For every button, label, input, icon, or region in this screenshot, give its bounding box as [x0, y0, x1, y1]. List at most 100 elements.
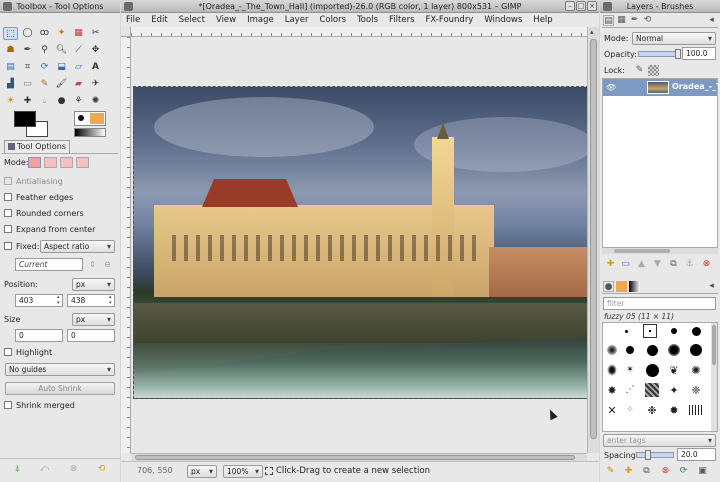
menu-edit[interactable]: Edit [146, 13, 173, 27]
menu-colors[interactable]: Colors [314, 13, 352, 27]
lock-pixels-icon[interactable]: ✎ [634, 65, 645, 76]
fixed-checkbox[interactable] [4, 242, 12, 250]
scale-tool[interactable]: ⬓ [54, 61, 69, 74]
paths-tool[interactable]: ✒ [20, 44, 35, 57]
antialiasing-checkbox[interactable] [4, 177, 12, 185]
guides-select[interactable]: No guides [5, 363, 115, 376]
shrink-merged-checkbox[interactable] [4, 401, 12, 409]
delete-brush-icon[interactable]: ⊗ [660, 466, 671, 477]
brush-item[interactable]: ⋰ [623, 383, 637, 397]
brush-item[interactable]: ✶ [623, 363, 637, 377]
zoom-tool[interactable]: 🔍︎ [54, 44, 69, 57]
brush-item[interactable]: ✹ [667, 403, 681, 417]
brush-item[interactable] [645, 343, 659, 357]
ruler-corner[interactable] [121, 27, 131, 37]
paintbrush-tool[interactable]: 🖌︎ [54, 78, 69, 91]
layer-row[interactable]: 👁︎ Oradea_-_T [603, 79, 720, 96]
position-y-field[interactable]: 438 [67, 294, 115, 307]
layer-mode-select[interactable]: Normal [632, 32, 716, 45]
brush-item[interactable]: ❦ [667, 363, 681, 377]
move-tool[interactable]: ✥ [88, 44, 103, 57]
opacity-slider[interactable] [638, 49, 681, 59]
current-field[interactable]: Current [15, 258, 83, 271]
open-brush-image-icon[interactable]: ▣ [697, 466, 708, 477]
unit-select[interactable]: px [187, 465, 217, 478]
size-unit-select[interactable]: px [72, 313, 115, 326]
layers-titlebar[interactable]: Layers - Brushes [600, 0, 720, 13]
window-menu-icon[interactable] [3, 2, 12, 11]
mode-add-button[interactable] [44, 157, 57, 168]
layer-name[interactable]: Oradea_-_T [672, 82, 720, 91]
rounded-corners-row[interactable]: Rounded corners [4, 207, 116, 220]
brush-item[interactable] [605, 363, 619, 377]
position-y-stepper[interactable]: ▴ ▾ [109, 294, 115, 307]
duplicate-brush-icon[interactable]: ⧉ [641, 466, 652, 477]
raise-layer-icon[interactable]: ▲ [636, 259, 647, 270]
minimize-icon[interactable]: – [565, 1, 575, 11]
ink-tool[interactable]: ☀ [3, 95, 18, 108]
brush-item[interactable]: ✺ [689, 363, 703, 377]
tab-menu-icon[interactable]: ◂ [706, 15, 717, 26]
channels-tab-icon[interactable]: ▦ [616, 15, 627, 26]
scroll-thumb[interactable] [712, 325, 716, 365]
window-menu-icon[interactable] [603, 2, 612, 11]
feather-edges-checkbox[interactable] [4, 193, 12, 201]
antialiasing-row[interactable]: Antialiasing [4, 175, 116, 188]
visibility-eye-icon[interactable]: 👁︎ [606, 83, 616, 92]
layers-tab-icon[interactable]: ▤ [603, 15, 614, 26]
position-unit-select[interactable]: px [72, 278, 115, 291]
current-reset-icon[interactable]: ⊖ [102, 259, 113, 270]
layers-hscroll[interactable] [602, 248, 718, 254]
mode-intersect-button[interactable] [76, 157, 89, 168]
foreground-color-swatch[interactable] [14, 111, 36, 127]
align-tool[interactable]: ▤ [3, 61, 18, 74]
shear-tool[interactable]: ▱ [71, 61, 86, 74]
rotate-tool[interactable]: ⟳ [37, 61, 52, 74]
menu-help[interactable]: Help [528, 13, 558, 27]
delete-layer-icon[interactable]: ⊗ [701, 259, 712, 270]
color-picker-tool[interactable]: ⚲ [37, 44, 52, 57]
text-tool[interactable]: A [88, 61, 103, 74]
restore-options-icon[interactable]: ⤺ [39, 464, 50, 475]
lower-layer-icon[interactable]: ▼ [652, 259, 663, 270]
opacity-slider-handle[interactable] [675, 49, 681, 59]
brush-item[interactable] [689, 324, 703, 338]
gradient-preview[interactable] [74, 128, 106, 137]
brush-item[interactable] [619, 324, 633, 338]
brush-item[interactable]: ❈ [689, 383, 703, 397]
brush-item[interactable]: ✧ [623, 403, 637, 417]
scroll-thumb[interactable] [590, 39, 597, 439]
position-x-stepper[interactable]: ▴ ▾ [57, 294, 63, 307]
brush-item[interactable] [689, 403, 703, 417]
new-layer-group-icon[interactable]: ▭ [620, 259, 631, 270]
dodge-burn-tool[interactable]: ⚘ [71, 95, 86, 108]
brush-pattern-preview[interactable] [74, 111, 106, 126]
edit-brush-icon[interactable]: ✎ [605, 466, 616, 477]
canvas-image[interactable] [133, 86, 587, 399]
expand-from-center-checkbox[interactable] [4, 225, 12, 233]
crop-tool[interactable]: ⌗ [20, 61, 35, 74]
feather-edges-row[interactable]: Feather edges [4, 191, 116, 204]
ellipse-select-tool[interactable]: ◯ [20, 27, 35, 40]
brush-tags-input[interactable]: enter tags [603, 434, 716, 447]
brush-item[interactable]: ❉ [645, 403, 659, 417]
fg-bg-colors[interactable] [14, 111, 50, 139]
auto-shrink-button[interactable]: Auto Shrink [5, 382, 115, 395]
blend-tool[interactable]: ▭ [20, 78, 35, 91]
paths-tab-icon[interactable]: ✒ [629, 15, 640, 26]
bucket-fill-tool[interactable]: ▟ [3, 78, 18, 91]
mode-subtract-button[interactable] [60, 157, 73, 168]
menu-filters[interactable]: Filters [384, 13, 420, 27]
brushes-scrollbar[interactable] [711, 323, 717, 431]
menu-tools[interactable]: Tools [352, 13, 384, 27]
zoom-select[interactable]: 100% [223, 465, 263, 478]
menu-view[interactable]: View [211, 13, 242, 27]
menu-fx-foundry[interactable]: FX-Foundry [421, 13, 480, 27]
undo-tab-icon[interactable]: ⟲ [642, 15, 653, 26]
vertical-ruler[interactable] [121, 37, 131, 453]
scissors-tool[interactable]: ✂ [88, 27, 103, 40]
reset-options-icon[interactable]: ⟲ [96, 464, 107, 475]
heal-tool[interactable]: ✺ [88, 95, 103, 108]
new-brush-icon[interactable]: ✚ [623, 466, 634, 477]
current-spin-icon[interactable]: ⇕ [87, 259, 98, 270]
